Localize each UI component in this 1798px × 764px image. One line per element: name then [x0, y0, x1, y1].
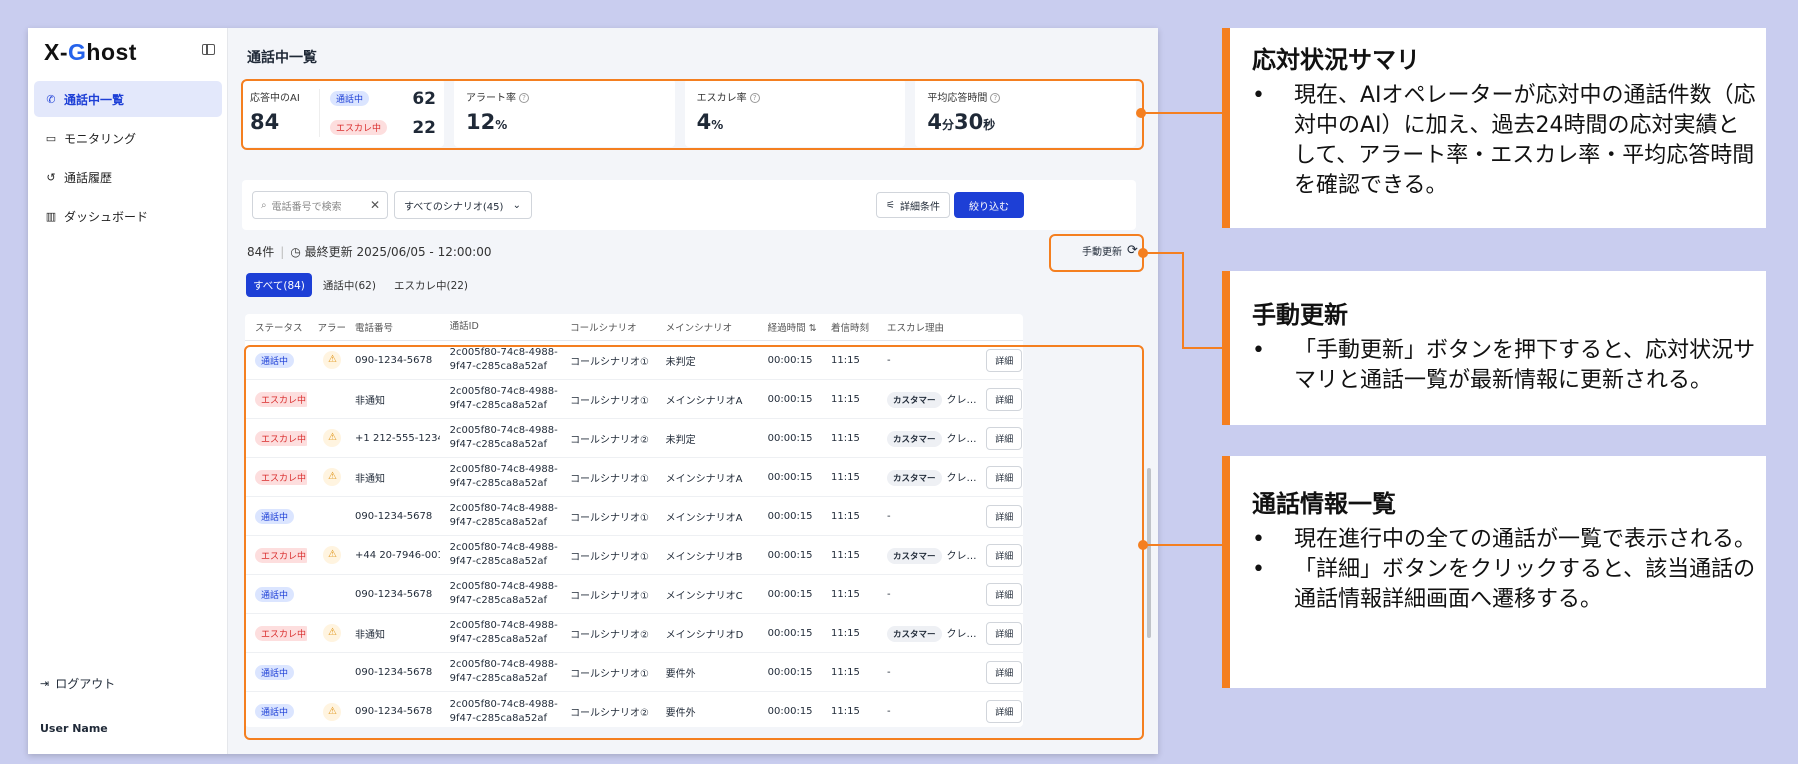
tab-0[interactable]: すべて(84)	[246, 273, 312, 297]
table-scrollbar[interactable]	[1147, 468, 1151, 638]
sidebar-item-1[interactable]: ▭ モニタリング	[34, 120, 222, 156]
last-updated: 最終更新 2025/06/05 - 12:00:00	[304, 245, 492, 259]
sidebar-item-0[interactable]: ✆ 通話中一覧	[34, 81, 222, 117]
column-header: 電話番号	[355, 323, 394, 334]
sidebar-item-3[interactable]: ▥ ダッシュボード	[34, 198, 222, 234]
sliders-icon: ⚟	[886, 199, 895, 211]
tab-2[interactable]: エスカレ中(22)	[387, 273, 475, 297]
column-header: エスカレ理由	[886, 323, 944, 334]
sidebar-nav: ✆ 通話中一覧 ▭ モニタリング ↺ 通話履歴 ▥ ダッシュボード	[34, 81, 222, 237]
apply-filter-button[interactable]: 絞り込む	[954, 192, 1024, 218]
search-icon: ⌕	[261, 199, 267, 211]
sidebar-item-2[interactable]: ↺ 通話履歴	[34, 159, 222, 195]
column-header: コールシナリオ	[570, 323, 637, 334]
phone-icon: ✆	[46, 92, 56, 106]
connector-line	[1182, 252, 1184, 348]
connector-line	[1143, 544, 1222, 546]
status-tabs: すべて(84) 通話中(62) エスカレ中(22)	[246, 273, 475, 297]
result-count: 84件	[247, 245, 275, 259]
monitor-icon: ▭	[45, 131, 57, 145]
filter-bar: ⌕ 電話番号で検索 ✕ すべてのシナリオ(45) ⌄ ⚟ 詳細条件 絞り込む	[242, 180, 1136, 230]
table-header: ステータス アラート電話番号 通話ID コールシナリオ メインシナリオ 経過時間 ⇅ 着信時…	[245, 314, 1023, 341]
history-icon: ↺	[46, 170, 56, 184]
column-header: 通話ID	[449, 321, 479, 332]
highlight-table	[244, 345, 1144, 740]
clear-icon[interactable]: ✕	[370, 198, 380, 212]
note-table: 通話情報一覧 現在進行中の全ての通話が一覧で表示される。「詳細」ボタンをクリック…	[1222, 456, 1766, 688]
chevron-down-icon: ⌄	[512, 199, 521, 211]
note-summary: 応対状況サマリ 現在、AIオペレーターが応対中の通話件数（応対中のAI）に加え、…	[1222, 28, 1766, 228]
scenario-select[interactable]: すべてのシナリオ(45) ⌄	[394, 191, 532, 219]
connector-line	[1141, 112, 1222, 114]
page-title: 通話中一覧	[247, 50, 317, 66]
sidebar-item-label: 通話中一覧	[64, 92, 125, 107]
sidebar-collapse-icon[interactable]	[202, 44, 215, 55]
connector-line	[1143, 252, 1183, 254]
chart-icon: ▥	[45, 209, 57, 223]
list-meta: 84件 | ◷ 最終更新 2025/06/05 - 12:00:00	[247, 245, 492, 259]
search-input[interactable]: ⌕ 電話番号で検索 ✕	[252, 191, 388, 219]
sidebar-item-label: 通話履歴	[64, 170, 113, 185]
sidebar: X-Ghost ✆ 通話中一覧 ▭ モニタリング ↺ 通話履歴 ▥ ダッシュボード ⇥ ログアウ…	[28, 28, 228, 754]
logo: X-Ghost	[44, 39, 137, 65]
advanced-filter-button[interactable]: ⚟ 詳細条件	[876, 192, 950, 218]
column-header[interactable]: 経過時間 ⇅	[758, 320, 821, 334]
connector-line	[1182, 347, 1222, 349]
highlight-summary	[241, 79, 1144, 150]
logout-button[interactable]: ⇥ ログアウト	[40, 675, 115, 692]
column-header: メインシナリオ	[665, 323, 733, 334]
clock-icon: ◷	[290, 245, 301, 259]
logout-icon: ⇥	[40, 677, 50, 690]
column-header: ステータス	[255, 323, 303, 334]
column-header: 着信時刻	[830, 323, 869, 334]
column-header: アラート	[317, 323, 346, 334]
user-name: User Name	[40, 722, 108, 735]
tab-1[interactable]: 通話中(62)	[316, 273, 383, 297]
highlight-refresh	[1049, 234, 1144, 272]
sidebar-item-label: ダッシュボード	[64, 209, 149, 224]
note-refresh: 手動更新 「手動更新」ボタンを押下すると、応対状況サマリと通話一覧が最新情報に更…	[1222, 271, 1766, 425]
sidebar-item-label: モニタリング	[64, 131, 137, 146]
